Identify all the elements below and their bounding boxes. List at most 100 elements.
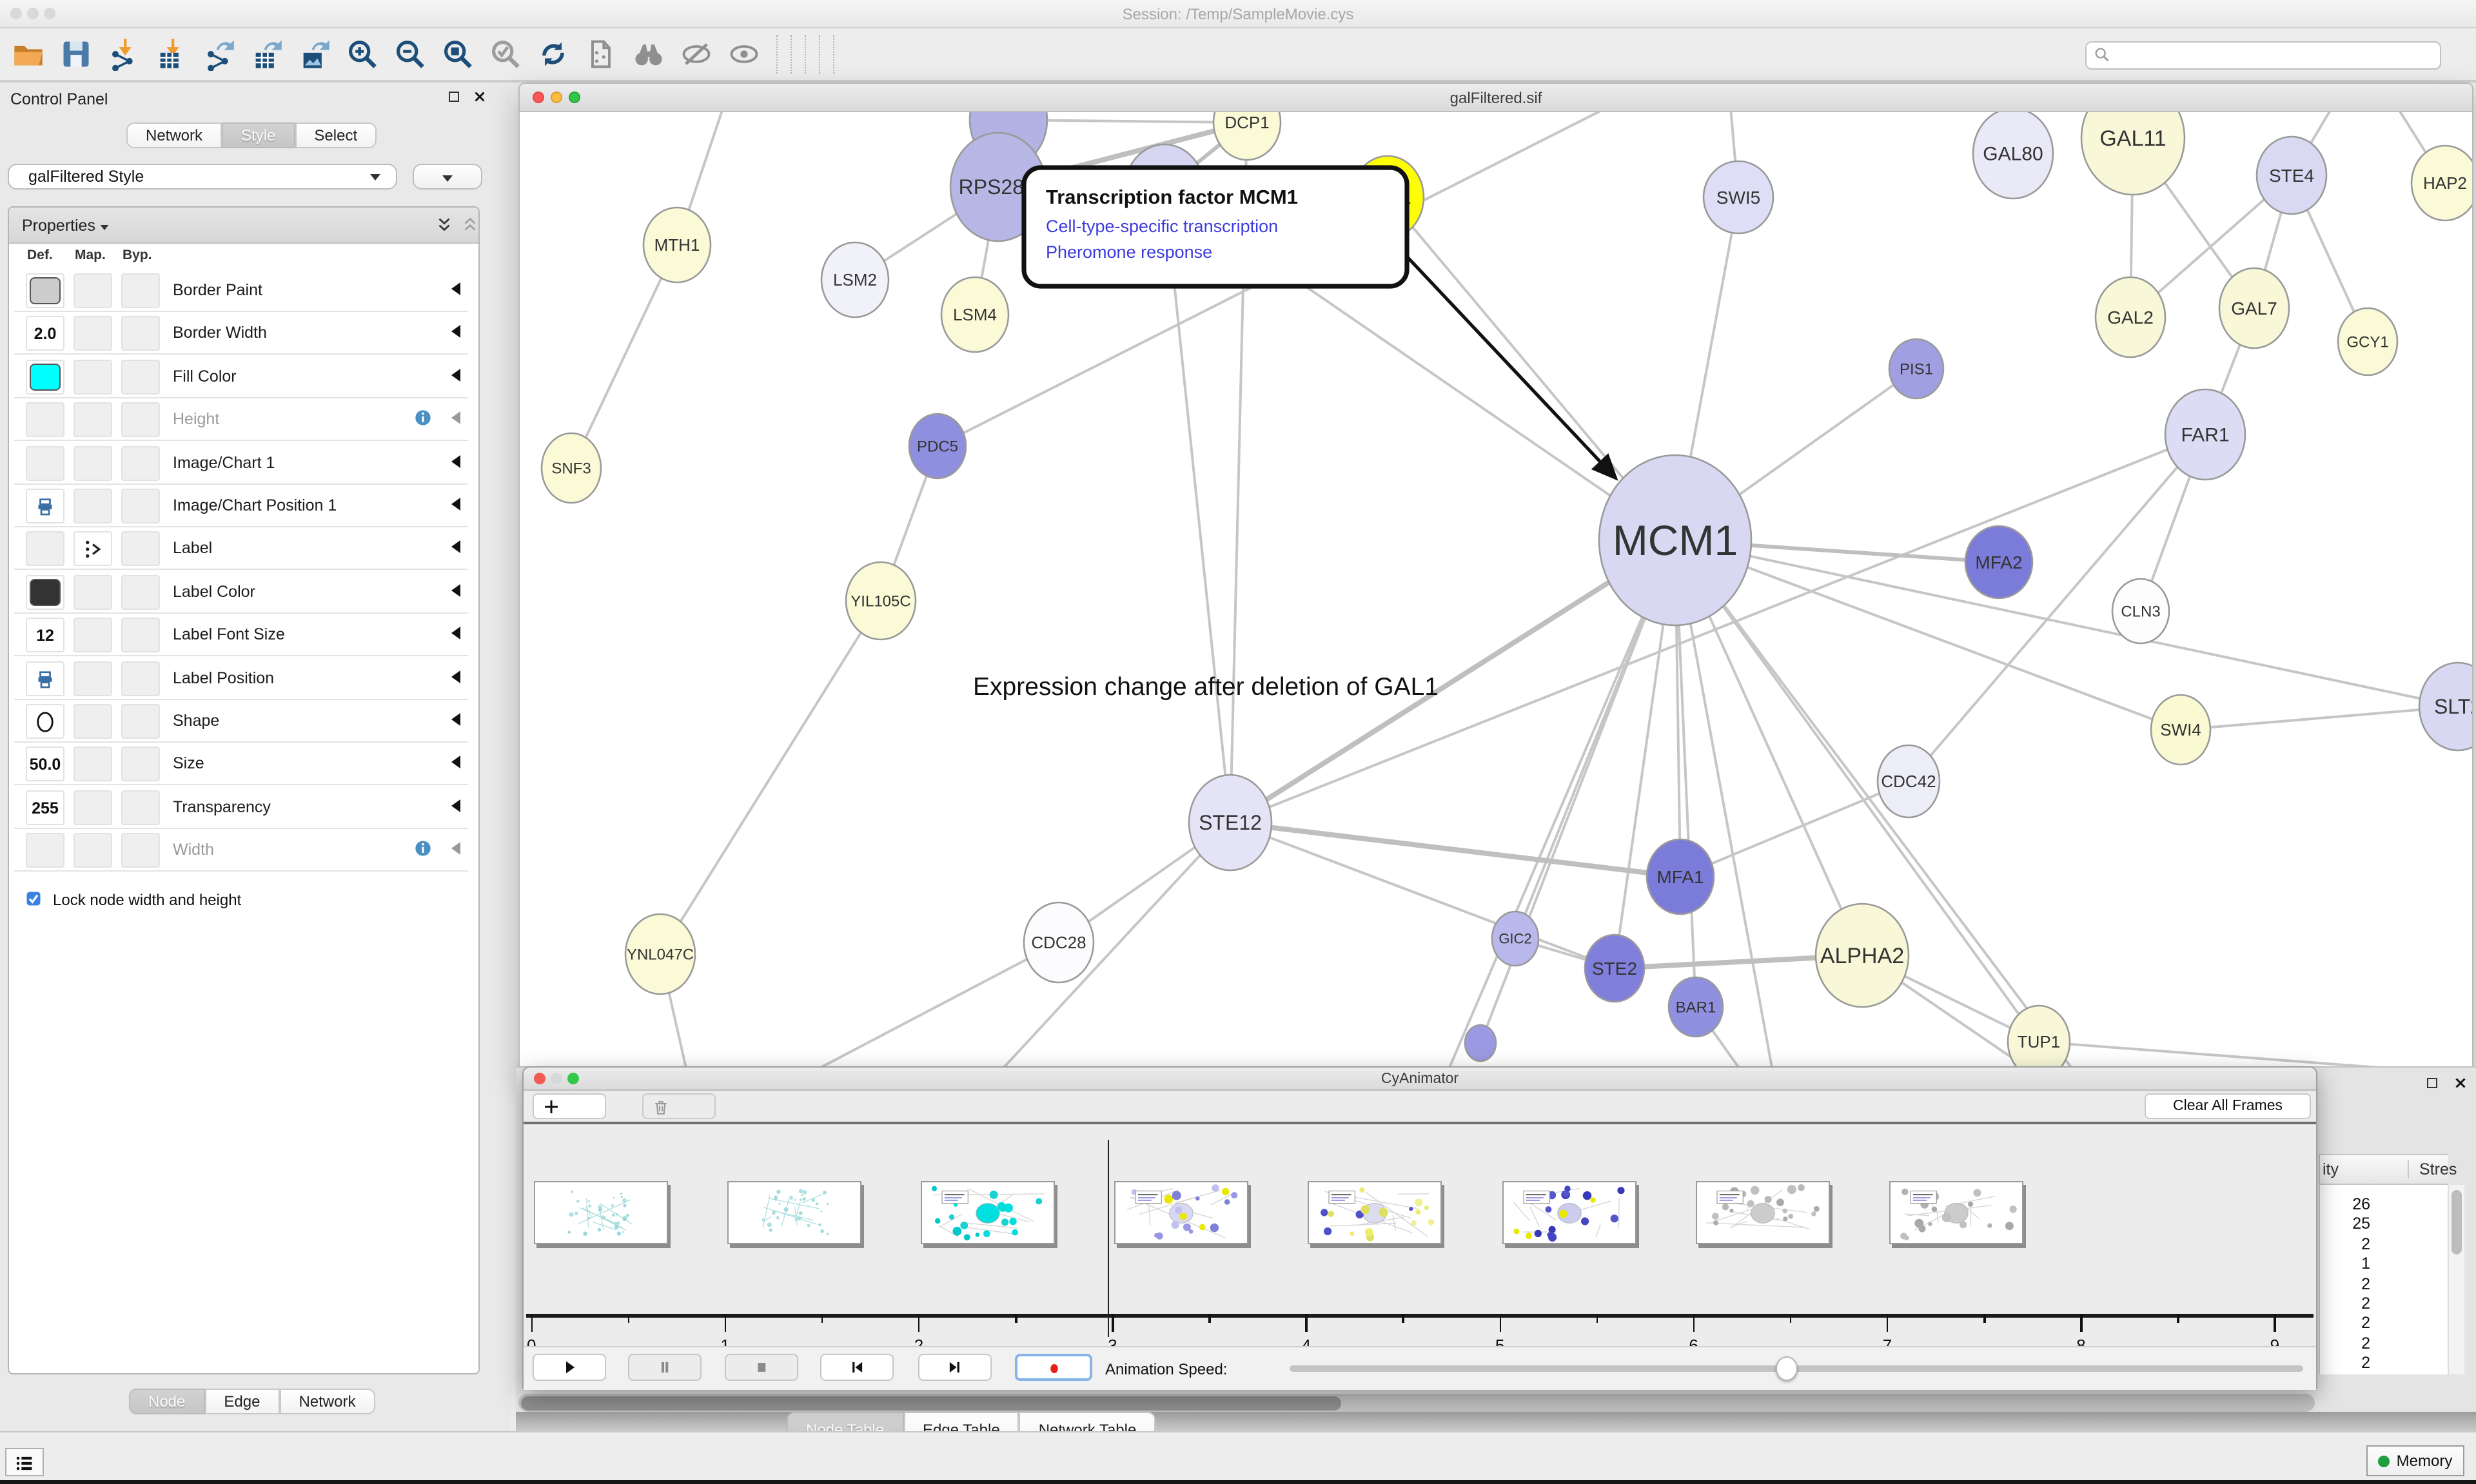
export-image-button[interactable]: [295, 35, 334, 73]
def-cell[interactable]: [26, 273, 64, 308]
byp-cell[interactable]: [121, 317, 160, 351]
expand-all-icon[interactable]: [435, 215, 454, 235]
cyanimator-title-bar[interactable]: CyAnimator: [524, 1068, 2316, 1091]
map-cell[interactable]: [74, 704, 112, 739]
scrollbar-thumb[interactable]: [521, 1396, 1341, 1410]
annotation-callout[interactable]: Transcription factor MCM1Cell-type-speci…: [1024, 168, 1616, 478]
property-row-fill-color[interactable]: Fill Color: [14, 356, 468, 398]
byp-cell[interactable]: [121, 704, 160, 739]
map-cell[interactable]: [74, 661, 112, 696]
network-node-gcy1[interactable]: GCY1: [2338, 308, 2397, 375]
play-button[interactable]: [533, 1354, 606, 1381]
network-edge[interactable]: [1680, 781, 1909, 877]
network-node-mth1[interactable]: MTH1: [644, 208, 711, 282]
minimize-window-icon[interactable]: [551, 92, 562, 103]
property-row-width[interactable]: Width: [14, 829, 468, 872]
animation-frame-4[interactable]: [1114, 1181, 1248, 1244]
expand-left-icon[interactable]: [451, 584, 460, 597]
def-cell[interactable]: 2.0: [26, 317, 64, 351]
def-cell[interactable]: [26, 532, 64, 567]
stop-button[interactable]: [725, 1354, 798, 1381]
zoom-selected-button[interactable]: [486, 35, 525, 73]
tab-network[interactable]: Network: [279, 1389, 375, 1414]
network-node-cdc28[interactable]: CDC28: [1024, 903, 1094, 982]
network-node-hap2[interactable]: HAP2: [2412, 146, 2473, 220]
expand-left-icon[interactable]: [451, 799, 460, 812]
float-panel-icon[interactable]: [446, 89, 462, 104]
clear-all-frames-button[interactable]: Clear All Frames: [2145, 1093, 2311, 1119]
info-icon[interactable]: [414, 409, 432, 427]
import-network-button[interactable]: [104, 35, 143, 73]
refresh-button[interactable]: [534, 35, 573, 73]
def-cell[interactable]: [26, 704, 64, 739]
tab-edge[interactable]: Edge: [204, 1389, 279, 1414]
expand-left-icon[interactable]: [451, 627, 460, 639]
network-node-gal11[interactable]: GAL11: [2081, 112, 2185, 195]
network-node-swi5[interactable]: SWI5: [1704, 161, 1773, 233]
add-frame-button[interactable]: [533, 1093, 606, 1119]
column-header-stress[interactable]: Stres: [2408, 1160, 2457, 1178]
expand-left-icon[interactable]: [451, 842, 460, 855]
def-cell[interactable]: 255: [26, 790, 64, 825]
byp-cell[interactable]: [121, 445, 160, 480]
network-node-sn[interactable]: [1465, 1025, 1496, 1061]
expand-left-icon[interactable]: [451, 326, 460, 338]
expand-left-icon[interactable]: [451, 756, 460, 769]
zoom-fit-button[interactable]: [438, 35, 477, 73]
byp-cell[interactable]: [121, 360, 160, 395]
skip-start-button[interactable]: [820, 1354, 894, 1381]
copy-document-button[interactable]: [582, 35, 620, 73]
expand-left-icon[interactable]: [451, 369, 460, 382]
network-node-ste4[interactable]: STE4: [2257, 137, 2326, 214]
table-cell-value[interactable]: 2: [2319, 1334, 2370, 1352]
animation-frame-7[interactable]: [1695, 1181, 1829, 1244]
network-node-lsm4[interactable]: LSM4: [941, 277, 1008, 352]
map-cell[interactable]: [74, 273, 112, 308]
byp-cell[interactable]: [121, 273, 160, 308]
byp-cell[interactable]: [121, 402, 160, 437]
network-node-swi4[interactable]: SWI4: [2151, 695, 2210, 765]
table-cell-value[interactable]: 25: [2319, 1215, 2370, 1233]
hide-details-button[interactable]: [677, 35, 716, 73]
byp-cell[interactable]: [121, 833, 160, 868]
expand-left-icon[interactable]: [451, 282, 460, 295]
zoom-in-button[interactable]: [343, 35, 382, 73]
table-cell-value[interactable]: 2: [2319, 1235, 2370, 1253]
network-node-cdc42[interactable]: CDC42: [1878, 745, 1940, 817]
close-window-icon[interactable]: [533, 92, 544, 103]
property-row-border-width[interactable]: 2.0Border Width: [14, 313, 468, 355]
expand-left-icon[interactable]: [451, 454, 460, 467]
export-table-button[interactable]: [248, 35, 286, 73]
byp-cell[interactable]: [121, 747, 160, 782]
close-panel-icon[interactable]: [2453, 1075, 2468, 1091]
expand-left-icon[interactable]: [451, 541, 460, 554]
table-vertical-scrollbar[interactable]: [2448, 1185, 2464, 1374]
float-panel-icon[interactable]: [2424, 1075, 2440, 1091]
network-node-ste12[interactable]: STE12: [1189, 775, 1272, 870]
table-cell-value[interactable]: 2: [2319, 1314, 2370, 1333]
def-cell[interactable]: [26, 445, 64, 480]
search-network-button[interactable]: [629, 35, 668, 73]
byp-cell[interactable]: [121, 575, 160, 610]
info-icon[interactable]: [414, 839, 432, 857]
map-cell[interactable]: [74, 575, 112, 610]
property-row-shape[interactable]: Shape: [14, 700, 468, 743]
property-row-size[interactable]: 50.0Size: [14, 743, 468, 786]
open-session-button[interactable]: [9, 35, 48, 73]
lock-checkbox[interactable]: [25, 889, 43, 907]
network-node-gal2[interactable]: GAL2: [2096, 277, 2165, 357]
network-caption-annotation[interactable]: Expression change after deletion of GAL1: [973, 673, 1439, 701]
network-node-ste2[interactable]: STE2: [1585, 935, 1644, 1002]
expand-left-icon[interactable]: [451, 713, 460, 726]
search-input[interactable]: [2111, 46, 2440, 64]
expand-left-icon[interactable]: [451, 498, 460, 511]
close-window-icon[interactable]: [534, 1073, 545, 1084]
animation-frame-2[interactable]: [727, 1181, 861, 1244]
record-button[interactable]: [1015, 1354, 1092, 1381]
minimize-window-icon[interactable]: [551, 1073, 562, 1084]
animation-frame-1[interactable]: [533, 1181, 667, 1244]
table-horizontal-scrollbar[interactable]: [518, 1394, 2315, 1412]
task-history-button[interactable]: [5, 1448, 44, 1476]
network-node-mcm1[interactable]: MCM1: [1599, 455, 1751, 625]
table-cell-value[interactable]: 26: [2319, 1195, 2370, 1213]
